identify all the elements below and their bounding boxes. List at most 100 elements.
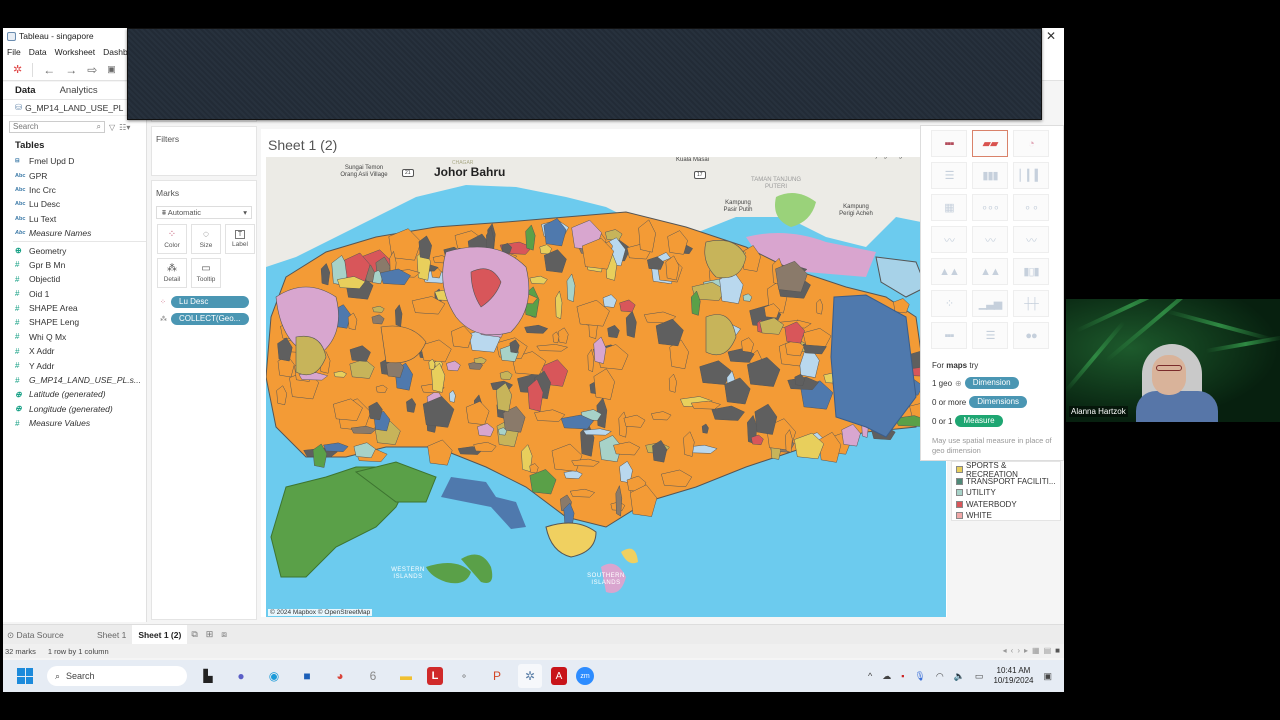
view-options-icon[interactable]: ☷▾ (119, 123, 130, 132)
legend-item[interactable]: WHITE (956, 510, 1060, 522)
menu-worksheet[interactable]: Worksheet (55, 47, 95, 57)
area-continuous-chart-option[interactable]: ▲▲ (931, 258, 967, 285)
line-continuous-chart-option[interactable]: 〰 (931, 226, 967, 253)
teams-icon[interactable]: ● (229, 664, 253, 688)
redo-icon[interactable]: ⇨ (87, 63, 97, 77)
map-attribution[interactable]: © 2024 Mapbox © OpenStreetMap (268, 609, 373, 616)
new-story-icon[interactable]: ⧈ (221, 629, 227, 640)
highlight-table-chart-option[interactable]: ▪▪▪ (931, 322, 967, 349)
taskbar-search[interactable]: ⌕ Search (47, 666, 187, 686)
back-icon[interactable]: ← (43, 63, 55, 77)
mark-type-dropdown[interactable]: ⩩ Automatic ▾ (156, 206, 252, 219)
filmstrip-view-icon[interactable]: ▤ (1044, 646, 1052, 655)
legend-item[interactable]: UTILITY (956, 487, 1060, 499)
field-item[interactable]: # X Addr (3, 344, 146, 358)
edge-icon[interactable]: ◉ (262, 664, 286, 688)
lu-desc-pill[interactable]: Lu Desc (171, 296, 249, 308)
data-source-item[interactable]: ⛁ G_MP14_LAND_USE_PL (3, 100, 146, 116)
field-item[interactable]: Abc Inc Crc (3, 183, 146, 197)
last-page-icon[interactable]: ▸ (1024, 646, 1028, 655)
side-by-side-bar-chart-option[interactable]: ▏▎▍ (1013, 162, 1049, 189)
legend-item[interactable]: SPORTS & RECREATION (956, 461, 1060, 479)
field-item[interactable]: Abc GPR (3, 168, 146, 182)
legend-item[interactable]: TRANSPORT FACILITI... (956, 476, 1060, 488)
acrobat-icon[interactable]: A (551, 667, 567, 685)
legend-item[interactable]: WATERBODY (956, 499, 1060, 511)
scatter-plot-chart-option[interactable]: ⁘ (931, 290, 967, 317)
tab-analytics[interactable]: Analytics (48, 82, 110, 100)
prev-page-icon[interactable]: ‹ (1011, 646, 1014, 655)
field-item[interactable]: ⊕ Geometry (3, 243, 146, 257)
wifi-icon[interactable]: ◠ (936, 671, 944, 682)
file-explorer-icon[interactable]: ▬ (394, 664, 418, 688)
clock[interactable]: 10:41 AM 10/19/2024 (993, 666, 1033, 686)
key-app-icon[interactable]: ⚬ (452, 664, 476, 688)
menu-file[interactable]: File (7, 47, 21, 57)
field-item[interactable]: ⊟ Fmel Upd D (3, 154, 146, 168)
volume-icon[interactable]: 🔈 (954, 671, 965, 682)
field-item[interactable]: ⊕ Latitude (generated) (3, 387, 146, 401)
label-button[interactable]: T Label (225, 224, 255, 254)
tooltip-button[interactable]: ▭ Tooltip (191, 258, 221, 288)
tab-view-icon[interactable]: ■ (1055, 646, 1060, 655)
store-icon[interactable]: ■ (295, 664, 319, 688)
field-item[interactable]: Abc Lu Desc (3, 197, 146, 211)
field-item[interactable]: # SHAPE Leng (3, 315, 146, 329)
powerpoint-icon[interactable]: P (485, 664, 509, 688)
field-item[interactable]: # Measure Values (3, 416, 146, 430)
onedrive-icon[interactable]: ☁ (882, 671, 891, 682)
tab-sheet-1-2[interactable]: Sheet 1 (2) (132, 624, 188, 645)
area-discrete-chart-option[interactable]: ▲▲ (972, 258, 1008, 285)
task-view-icon[interactable]: ▙ (196, 664, 220, 688)
battery-icon[interactable]: ▭ (975, 671, 984, 682)
collect-geometry-pill[interactable]: COLLECT(Geo... (171, 313, 249, 325)
new-worksheet-icon[interactable]: ⧉ (191, 629, 197, 640)
field-item[interactable]: # Whi Q Mx (3, 330, 146, 344)
dual-line-chart-option[interactable]: 〰 (1013, 226, 1049, 253)
box-whisker-chart-option[interactable]: ┼┼ (1013, 290, 1049, 317)
security-icon[interactable]: ▪ (901, 671, 904, 681)
close-icon[interactable]: ✕ (1046, 29, 1056, 43)
field-item[interactable]: # SHAPE Area (3, 301, 146, 315)
data-source-tab[interactable]: ⊙ Data Source (3, 625, 91, 645)
gantt-chart-option[interactable]: ☰ (972, 322, 1008, 349)
l-app-icon[interactable]: L (427, 667, 443, 685)
field-item[interactable]: # G_MP14_LAND_USE_PL.s... (3, 373, 146, 387)
field-item[interactable]: # Y Addr (3, 358, 146, 372)
field-item[interactable]: # Oid 1 (3, 287, 146, 301)
field-search-input[interactable]: Search ⌕ (9, 121, 105, 133)
forward-icon[interactable]: → (65, 63, 77, 77)
next-page-icon[interactable]: › (1017, 646, 1020, 655)
menu-data[interactable]: Data (29, 47, 47, 57)
stacked-bar-chart-option[interactable]: ▮▮▮ (972, 162, 1008, 189)
field-item[interactable]: ⊕ Longitude (generated) (3, 402, 146, 416)
zoom-icon[interactable]: zm (576, 667, 594, 685)
field-item[interactable]: Abc Measure Names (3, 226, 146, 240)
tableau-taskbar-icon[interactable]: ✲ (518, 664, 542, 688)
notifications-icon[interactable]: ▣ (1043, 671, 1052, 682)
land-use-map[interactable]: Johor Bahru CHAGAR Sungai Temon Orang As… (266, 157, 946, 617)
filled-map-chart-option[interactable]: ▰▰ (972, 130, 1008, 157)
tableau-logo-icon[interactable]: ✲ (13, 63, 22, 76)
size-button[interactable]: ◌ Size (191, 224, 221, 254)
detail-button[interactable]: ⁂ Detail (157, 258, 187, 288)
filters-card[interactable]: Filters (151, 126, 257, 176)
first-page-icon[interactable]: ◂ (1003, 646, 1007, 655)
tab-sheet-1[interactable]: Sheet 1 (91, 625, 132, 645)
chrome-icon[interactable]: ◕ (328, 664, 352, 688)
line-discrete-chart-option[interactable]: 〰 (972, 226, 1008, 253)
side-by-side-circles-chart-option[interactable]: ∘ ∘ (1013, 194, 1049, 221)
circle-view-chart-option[interactable]: ∘∘∘ (972, 194, 1008, 221)
menu-dashboard[interactable]: Dashb (103, 47, 128, 57)
text-table-chart-option[interactable]: ☰ (931, 162, 967, 189)
field-item[interactable]: Abc Lu Text (3, 212, 146, 226)
land-parcel[interactable] (893, 298, 910, 314)
save-icon[interactable]: ▣ (107, 64, 116, 75)
histogram-chart-option[interactable]: ▁▃▅ (972, 290, 1008, 317)
packed-bubbles-chart-option[interactable]: ●● (1013, 322, 1049, 349)
filter-icon[interactable]: ▽ (109, 123, 115, 132)
field-item[interactable]: # Objectid (3, 272, 146, 286)
dual-combination-chart-option[interactable]: ▮▯▮ (1013, 258, 1049, 285)
microphone-icon[interactable]: 🎙 (914, 671, 925, 682)
grid-view-icon[interactable]: ▦ (1032, 646, 1040, 655)
